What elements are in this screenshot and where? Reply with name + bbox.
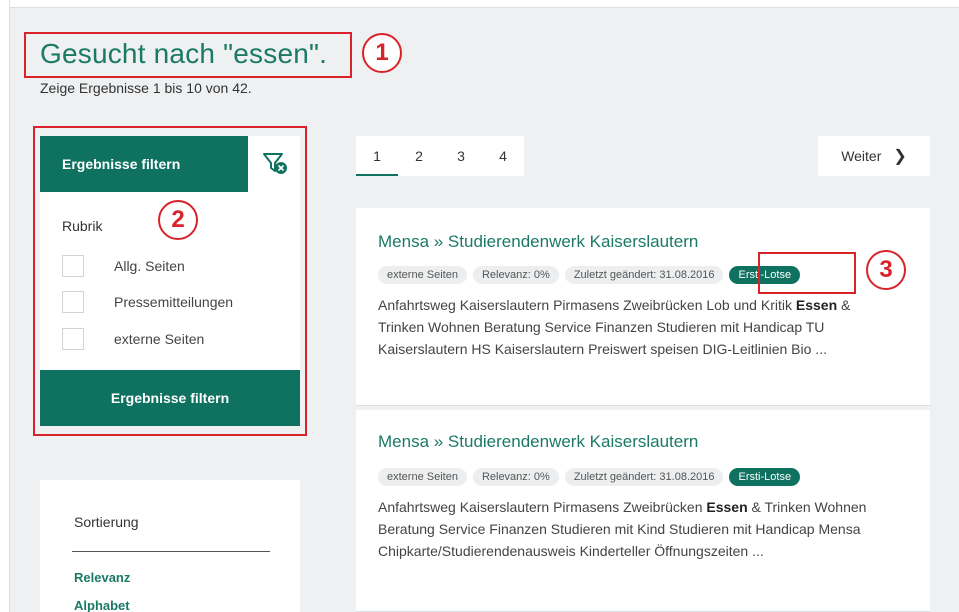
page-1[interactable]: 1 [356,136,398,176]
sort-panel: Sortierung Relevanz Alphabet [40,480,300,612]
result-card: Mensa » Studierendenwerk Kaiserslautern … [356,410,930,612]
window-frame-left [0,0,10,612]
result-snippet: Anfahrtsweg Kaiserslautern Pirmasens Zwe… [378,294,898,360]
annotation-number-3: 3 [866,250,906,290]
result-title[interactable]: Mensa » Studierendenwerk Kaiserslautern [378,232,698,252]
annotation-box-3 [758,252,856,294]
result-card: Mensa » Studierendenwerk Kaiserslautern … [356,208,930,406]
badge-ersti-lotse: Ersti-Lotse [729,468,801,486]
window-frame-top [0,0,959,8]
tag-category: externe Seiten [378,468,467,486]
sort-title: Sortierung [74,514,139,530]
annotation-number-1: 1 [362,33,402,73]
annotation-box-2 [33,126,307,436]
tag-category: externe Seiten [378,266,467,284]
sort-option-relevanz[interactable]: Relevanz [74,570,130,585]
result-title[interactable]: Mensa » Studierendenwerk Kaiserslautern [378,432,698,452]
snippet-highlight: Essen [795,297,838,313]
pagination: 1 2 3 4 [356,136,524,176]
chevron-right-icon: ❯ [893,148,907,165]
result-tags: externe Seiten Relevanz: 0% Zuletzt geän… [378,468,801,486]
page-4[interactable]: 4 [482,136,524,176]
annotation-box-1 [24,32,352,78]
tag-relevance: Relevanz: 0% [472,266,559,284]
sort-option-alphabet[interactable]: Alphabet [74,598,130,612]
tag-modified: Zuletzt geändert: 31.08.2016 [564,266,724,284]
snippet-text: Anfahrtsweg Kaiserslautern Pirmasens Zwe… [378,499,707,515]
tag-modified: Zuletzt geändert: 31.08.2016 [564,468,724,486]
page-2[interactable]: 2 [398,136,440,176]
next-label: Weiter [841,148,882,164]
result-snippet: Anfahrtsweg Kaiserslautern Pirmasens Zwe… [378,496,898,562]
snippet-text: Anfahrtsweg Kaiserslautern Pirmasens Zwe… [378,297,796,313]
annotation-number-2: 2 [158,200,198,240]
snippet-highlight: Essen [706,499,748,515]
tag-relevance: Relevanz: 0% [472,468,559,486]
result-count: Zeige Ergebnisse 1 bis 10 von 42. [40,80,252,96]
divider [72,551,270,552]
result-tags: externe Seiten Relevanz: 0% Zuletzt geän… [378,266,801,284]
page-3[interactable]: 3 [440,136,482,176]
next-page-button[interactable]: Weiter ❯ [818,136,930,176]
